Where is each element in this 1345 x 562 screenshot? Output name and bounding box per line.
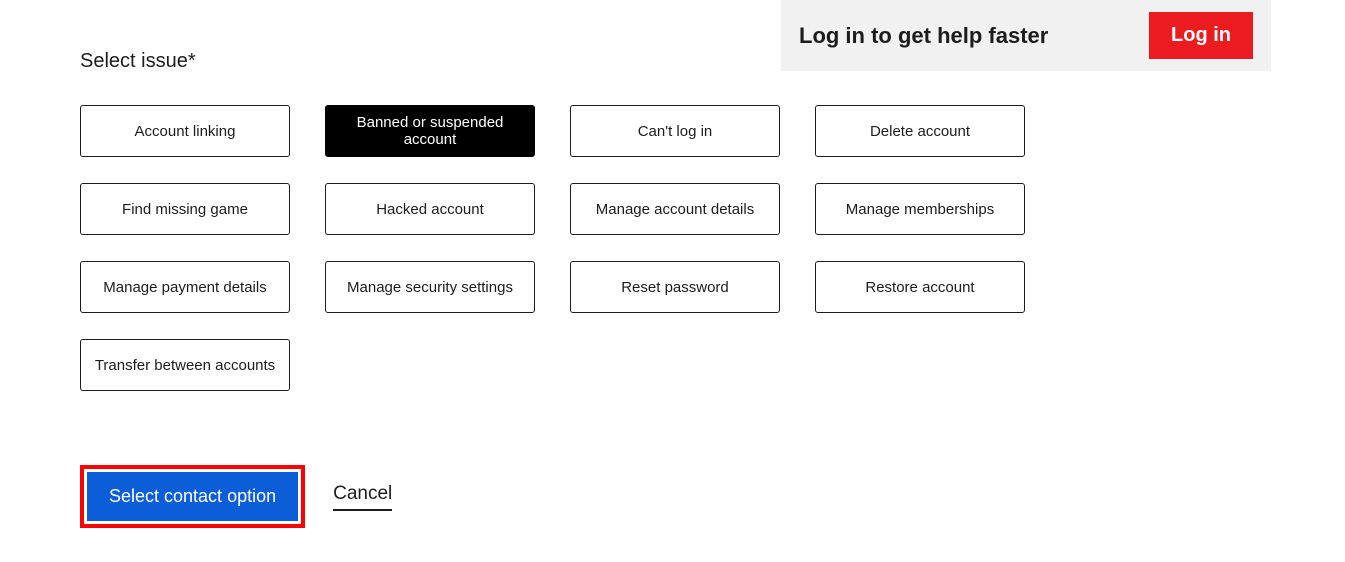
primary-button-highlight: Select contact option xyxy=(80,465,305,528)
issue-reset-password[interactable]: Reset password xyxy=(570,261,780,313)
content-area: Select issue* Account linking Banned or … xyxy=(80,50,1040,528)
issue-banned-or-suspended-account[interactable]: Banned or suspended account xyxy=(325,105,535,157)
issue-grid: Account linking Banned or suspended acco… xyxy=(80,105,1040,391)
select-contact-option-button[interactable]: Select contact option xyxy=(87,472,298,521)
issue-hacked-account[interactable]: Hacked account xyxy=(325,183,535,235)
issue-manage-memberships[interactable]: Manage memberships xyxy=(815,183,1025,235)
issue-transfer-between-accounts[interactable]: Transfer between accounts xyxy=(80,339,290,391)
cancel-link[interactable]: Cancel xyxy=(333,483,392,511)
login-banner-text: Log in to get help faster xyxy=(799,23,1048,49)
select-issue-heading: Select issue* xyxy=(80,50,1040,73)
issue-delete-account[interactable]: Delete account xyxy=(815,105,1025,157)
issue-account-linking[interactable]: Account linking xyxy=(80,105,290,157)
issue-manage-payment-details[interactable]: Manage payment details xyxy=(80,261,290,313)
issue-find-missing-game[interactable]: Find missing game xyxy=(80,183,290,235)
issue-manage-security-settings[interactable]: Manage security settings xyxy=(325,261,535,313)
issue-cant-log-in[interactable]: Can't log in xyxy=(570,105,780,157)
issue-manage-account-details[interactable]: Manage account details xyxy=(570,183,780,235)
action-row: Select contact option Cancel xyxy=(80,465,1040,528)
login-button[interactable]: Log in xyxy=(1149,12,1253,59)
issue-restore-account[interactable]: Restore account xyxy=(815,261,1025,313)
